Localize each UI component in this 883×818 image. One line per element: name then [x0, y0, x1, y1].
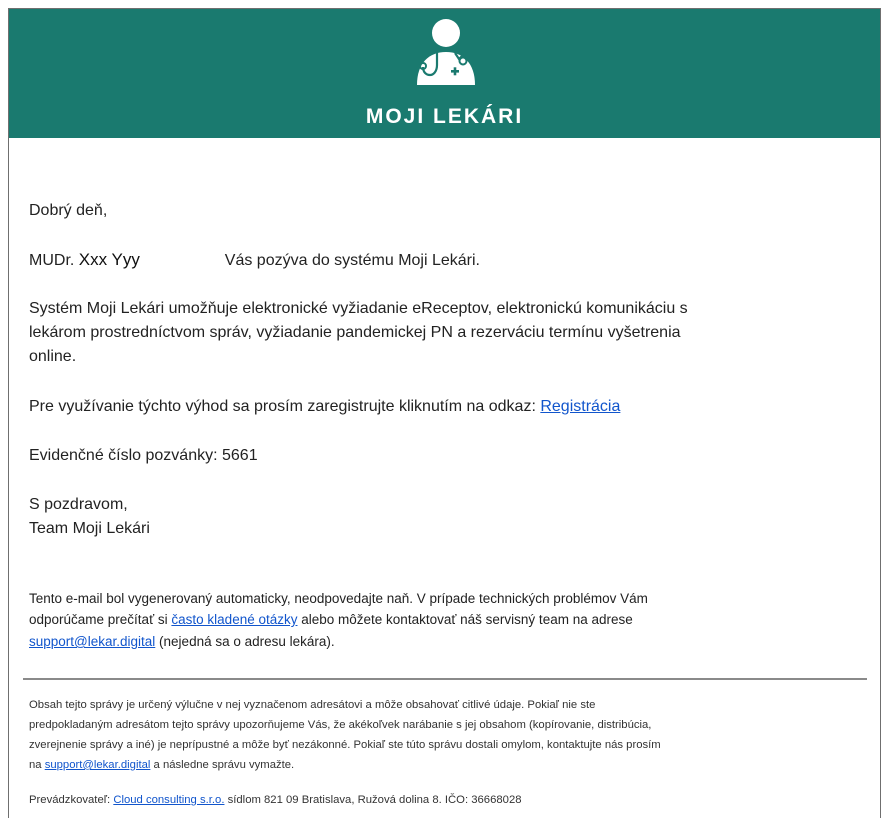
footer-support-email-link[interactable]: support@lekar.digital [45, 759, 151, 771]
registration-link[interactable]: Registrácia [540, 398, 620, 415]
disclaimer-line-1: Obsah tejto správy je určený výlučne v n… [29, 699, 596, 711]
closing: S pozdravom, [29, 496, 128, 513]
register-text: Pre využívanie týchto výhod sa prosím za… [29, 398, 536, 415]
notice-text: alebo môžete kontaktovať náš servisný te… [301, 612, 633, 627]
disclaimer-line-4: na support@lekar.digital a následne sprá… [29, 756, 294, 775]
doctor-prefix: MUDr. [29, 252, 75, 269]
greeting: Dobrý deň, [29, 202, 108, 219]
notice-line-3: support@lekar.digital (nejedná sa o adre… [29, 632, 335, 652]
doctor-stethoscope-icon [417, 19, 475, 85]
invite-line: MUDr. Xxx Yyy Vás pozýva do systému Moji… [29, 248, 480, 273]
email-frame: MOJI LEKÁRI Dobrý deň, MUDr. Xxx Yyy Vás… [8, 8, 881, 818]
operator-label: Prevádzkovateľ: [29, 794, 111, 806]
support-email-link[interactable]: support@lekar.digital [29, 634, 155, 649]
faq-link[interactable]: často kladené otázky [171, 612, 297, 627]
invitation-number-label: Evidenčné číslo pozvánky: [29, 447, 218, 464]
disclaimer-text: na [29, 759, 42, 771]
notice-text: odporúčame prečítať si [29, 612, 168, 627]
notice-line-2: odporúčame prečítať si často kladené otá… [29, 610, 633, 630]
operator-link[interactable]: Cloud consulting s.r.o. [113, 794, 224, 806]
notice-line-1: Tento e-mail bol vygenerovaný automatick… [29, 591, 648, 606]
system-description-3: online. [29, 348, 77, 365]
operator-address: sídlom 821 09 Bratislava, Ružová dolina … [227, 794, 522, 806]
doctor-name: Xxx Yyy [78, 250, 140, 269]
disclaimer-line-3: zverejnenie správy a iné) je neprípustné… [29, 739, 661, 751]
notice-text: (nejedná sa o adresu lekára). [159, 634, 335, 649]
footer-divider [23, 678, 867, 680]
operator-line: Prevádzkovateľ: Cloud consulting s.r.o. … [29, 791, 522, 810]
disclaimer-line-2: predpokladaným adresátom tejto správy up… [29, 719, 652, 731]
invitation-number: 5661 [222, 447, 258, 464]
register-line: Pre využívanie týchto výhod sa prosím za… [29, 395, 620, 419]
signature: Team Moji Lekári [29, 520, 150, 537]
email-header: MOJI LEKÁRI [9, 9, 880, 138]
system-description-2: lekárom prostredníctvom správ, vyžiadani… [29, 324, 681, 341]
disclaimer-text: a následne správu vymažte. [153, 759, 295, 771]
brand-title: MOJI LEKÁRI [365, 105, 524, 128]
invite-text: Vás pozýva do systému Moji Lekári. [224, 252, 480, 269]
invitation-number-line: Evidenčné číslo pozvánky: 5661 [29, 444, 258, 468]
system-description-1: Systém Moji Lekári umožňuje elektronické… [29, 300, 688, 317]
